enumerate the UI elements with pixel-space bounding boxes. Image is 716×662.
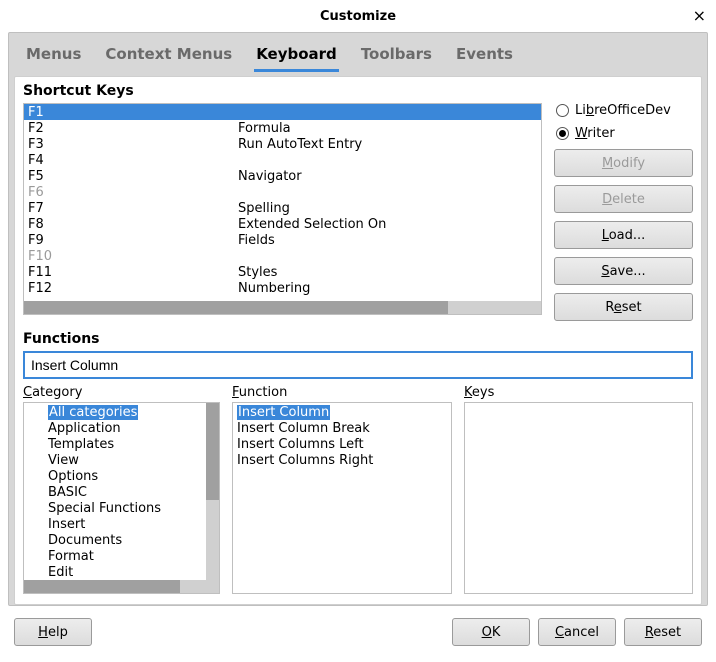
shortcut-row[interactable]: F8Extended Selection On <box>24 216 541 232</box>
function-label: Function <box>232 385 452 400</box>
category-list[interactable]: All categoriesApplicationTemplatesViewOp… <box>23 402 220 594</box>
shortcut-row[interactable]: F11Styles <box>24 264 541 280</box>
shortcut-row[interactable]: F3Run AutoText Entry <box>24 136 541 152</box>
modify-button[interactable]: Modify <box>554 149 693 177</box>
function-item[interactable]: Insert Column <box>233 405 451 421</box>
category-item[interactable]: Documents <box>24 533 219 549</box>
function-item[interactable]: Insert Columns Left <box>233 437 451 453</box>
shortcut-row[interactable]: F5Navigator <box>24 168 541 184</box>
category-item[interactable]: BASIC <box>24 485 219 501</box>
title-bar: Customize × <box>0 0 716 32</box>
reset-button[interactable]: Reset <box>554 293 693 321</box>
footer-reset-button[interactable]: Reset <box>624 618 702 646</box>
cancel-button[interactable]: Cancel <box>538 618 616 646</box>
keys-list[interactable] <box>464 402 693 594</box>
h-scrollbar[interactable] <box>24 301 541 314</box>
category-item[interactable]: Application <box>24 421 219 437</box>
tab-keyboard[interactable]: Keyboard <box>254 43 339 72</box>
help-button[interactable]: Help <box>14 618 92 646</box>
close-icon[interactable]: × <box>693 6 706 25</box>
shortcut-row[interactable]: F4 <box>24 152 541 168</box>
shortcut-row[interactable]: F6 <box>24 184 541 200</box>
shortcut-row[interactable]: F12Numbering <box>24 280 541 296</box>
category-item[interactable]: Edit <box>24 565 219 581</box>
v-scrollbar[interactable] <box>206 403 219 580</box>
category-item[interactable]: Special Functions <box>24 501 219 517</box>
category-item[interactable]: All categories <box>24 405 219 421</box>
shortcut-keys-list[interactable]: F1F2FormulaF3Run AutoText EntryF4F5Navig… <box>23 103 542 315</box>
tab-bar: Menus Context Menus Keyboard Toolbars Ev… <box>14 38 702 72</box>
dialog-footer: Help OK Cancel Reset <box>0 606 716 658</box>
tab-context-menus[interactable]: Context Menus <box>103 43 234 72</box>
category-item[interactable]: Options <box>24 469 219 485</box>
keys-label: Keys <box>464 385 693 400</box>
save-button[interactable]: Save... <box>554 257 693 285</box>
window-title: Customize <box>320 9 396 24</box>
shortcut-row[interactable]: F7Spelling <box>24 200 541 216</box>
functions-label: Functions <box>23 331 693 347</box>
category-item[interactable]: Format <box>24 549 219 565</box>
keyboard-tab-content: Shortcut Keys F1F2FormulaF3Run AutoText … <box>14 76 702 605</box>
function-list[interactable]: Insert ColumnInsert Column BreakInsert C… <box>232 402 452 594</box>
shortcut-row[interactable]: F2Formula <box>24 120 541 136</box>
function-item[interactable]: Insert Column Break <box>233 421 451 437</box>
category-item[interactable]: Templates <box>24 437 219 453</box>
shortcut-row[interactable]: F9Fields <box>24 232 541 248</box>
tab-menus[interactable]: Menus <box>24 43 83 72</box>
tabs-panel: Menus Context Menus Keyboard Toolbars Ev… <box>8 32 708 606</box>
function-item[interactable]: Insert Columns Right <box>233 453 451 469</box>
scope-libreoffice-label: LibreOfficeDev <box>575 103 671 118</box>
tab-toolbars[interactable]: Toolbars <box>359 43 434 72</box>
scope-writer-label: Writer <box>575 126 615 141</box>
scope-libreoffice-radio[interactable]: LibreOfficeDev <box>554 103 693 118</box>
load-button[interactable]: Load... <box>554 221 693 249</box>
tab-events[interactable]: Events <box>454 43 515 72</box>
shortcut-row[interactable]: F10 <box>24 248 541 264</box>
delete-button[interactable]: Delete <box>554 185 693 213</box>
category-item[interactable]: View <box>24 453 219 469</box>
shortcut-row[interactable]: F1 <box>24 104 541 120</box>
category-label: Category <box>23 385 220 400</box>
search-input[interactable] <box>23 351 693 379</box>
shortcut-keys-label: Shortcut Keys <box>23 83 693 99</box>
ok-button[interactable]: OK <box>452 618 530 646</box>
category-item[interactable]: Insert <box>24 517 219 533</box>
scope-writer-radio[interactable]: Writer <box>554 126 693 141</box>
h-scrollbar[interactable] <box>24 580 219 593</box>
